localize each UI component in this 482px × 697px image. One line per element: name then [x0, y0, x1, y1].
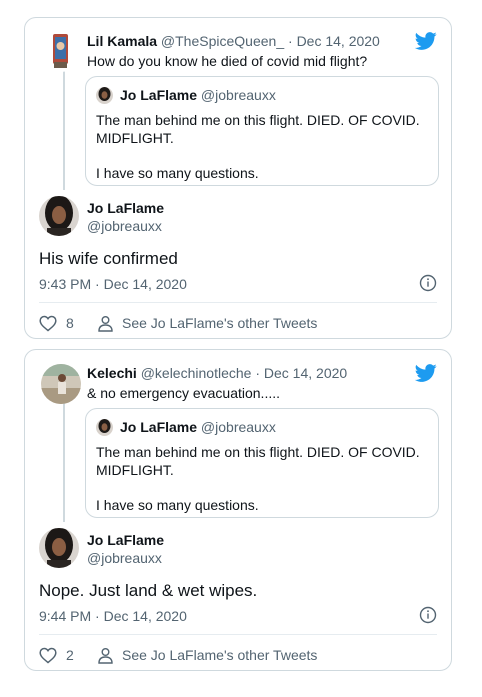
- quoted-author-handle: @jobreauxx: [200, 419, 276, 435]
- heart-icon[interactable]: [39, 647, 57, 664]
- thread-line: [63, 70, 65, 190]
- quoted-author-name: Jo LaFlame: [120, 419, 198, 435]
- reply-text: How do you know he died of covid mid fli…: [87, 53, 368, 69]
- tweet-text: Nope. Just land & wet wipes.: [39, 581, 258, 600]
- tweet-timestamp[interactable]: 9:44 PM · Dec 14, 2020: [39, 608, 187, 624]
- reply-header: Kelechi @kelechinotleche · Dec 14, 2020: [87, 365, 347, 381]
- see-other-tweets-link[interactable]: See Jo LaFlame's other Tweets: [122, 647, 317, 663]
- author-avatar[interactable]: [39, 528, 79, 568]
- separator-dot: ·: [255, 365, 260, 381]
- quoted-header: Jo LaFlame @jobreauxx: [120, 419, 276, 435]
- info-icon[interactable]: [419, 606, 437, 624]
- reply-date[interactable]: Dec 14, 2020: [297, 33, 380, 49]
- quoted-author-handle: @jobreauxx: [200, 87, 276, 103]
- quoted-tweet[interactable]: Jo LaFlame @jobreauxx The man behind me …: [85, 76, 439, 186]
- person-icon[interactable]: [97, 315, 114, 332]
- author-handle[interactable]: @jobreauxx: [87, 550, 162, 566]
- person-icon[interactable]: [97, 647, 114, 664]
- quoted-text-line: I have so many questions.: [96, 165, 259, 181]
- author-name[interactable]: Jo LaFlame: [87, 200, 164, 216]
- reply-date[interactable]: Dec 14, 2020: [264, 365, 347, 381]
- divider: [39, 634, 437, 635]
- reply-author-name[interactable]: Lil Kamala: [87, 33, 157, 49]
- tweet-timestamp[interactable]: 9:43 PM · Dec 14, 2020: [39, 276, 187, 292]
- quoted-text-line: I have so many questions.: [96, 497, 259, 513]
- see-other-tweets-link[interactable]: See Jo LaFlame's other Tweets: [122, 315, 317, 331]
- embedded-tweet-card[interactable]: Lil Kamala @TheSpiceQueen_ · Dec 14, 202…: [24, 17, 452, 339]
- tweet-text: His wife confirmed: [39, 249, 178, 268]
- like-count[interactable]: 8: [66, 315, 74, 331]
- reply-author-name[interactable]: Kelechi: [87, 365, 137, 381]
- like-count[interactable]: 2: [66, 647, 74, 663]
- quoted-header: Jo LaFlame @jobreauxx: [120, 87, 276, 103]
- quoted-avatar: [96, 87, 113, 104]
- twitter-bird-icon[interactable]: [415, 30, 437, 52]
- reply-author-handle[interactable]: @kelechinotleche: [141, 365, 252, 381]
- author-name[interactable]: Jo LaFlame: [87, 532, 164, 548]
- separator-dot: ·: [288, 33, 293, 49]
- quoted-avatar: [96, 419, 113, 436]
- author-avatar[interactable]: [39, 196, 79, 236]
- reply-author-handle[interactable]: @TheSpiceQueen_: [161, 33, 284, 49]
- author-handle[interactable]: @jobreauxx: [87, 218, 162, 234]
- quoted-tweet[interactable]: Jo LaFlame @jobreauxx The man behind me …: [85, 408, 439, 518]
- reply-avatar[interactable]: [41, 364, 81, 404]
- twitter-bird-icon[interactable]: [415, 362, 437, 384]
- divider: [39, 302, 437, 303]
- reply-text: & no emergency evacuation.....: [87, 385, 280, 401]
- info-icon[interactable]: [419, 274, 437, 292]
- quoted-text-line: The man behind me on this flight. DIED. …: [96, 112, 420, 146]
- embedded-tweet-card[interactable]: Kelechi @kelechinotleche · Dec 14, 2020 …: [24, 349, 452, 671]
- reply-header: Lil Kamala @TheSpiceQueen_ · Dec 14, 202…: [87, 33, 380, 49]
- quoted-text-line: The man behind me on this flight. DIED. …: [96, 444, 420, 478]
- quoted-author-name: Jo LaFlame: [120, 87, 198, 103]
- quoted-text: The man behind me on this flight. DIED. …: [96, 111, 426, 182]
- thread-line: [63, 402, 65, 522]
- quoted-text: The man behind me on this flight. DIED. …: [96, 443, 426, 514]
- reply-avatar[interactable]: [41, 32, 81, 72]
- heart-icon[interactable]: [39, 315, 57, 332]
